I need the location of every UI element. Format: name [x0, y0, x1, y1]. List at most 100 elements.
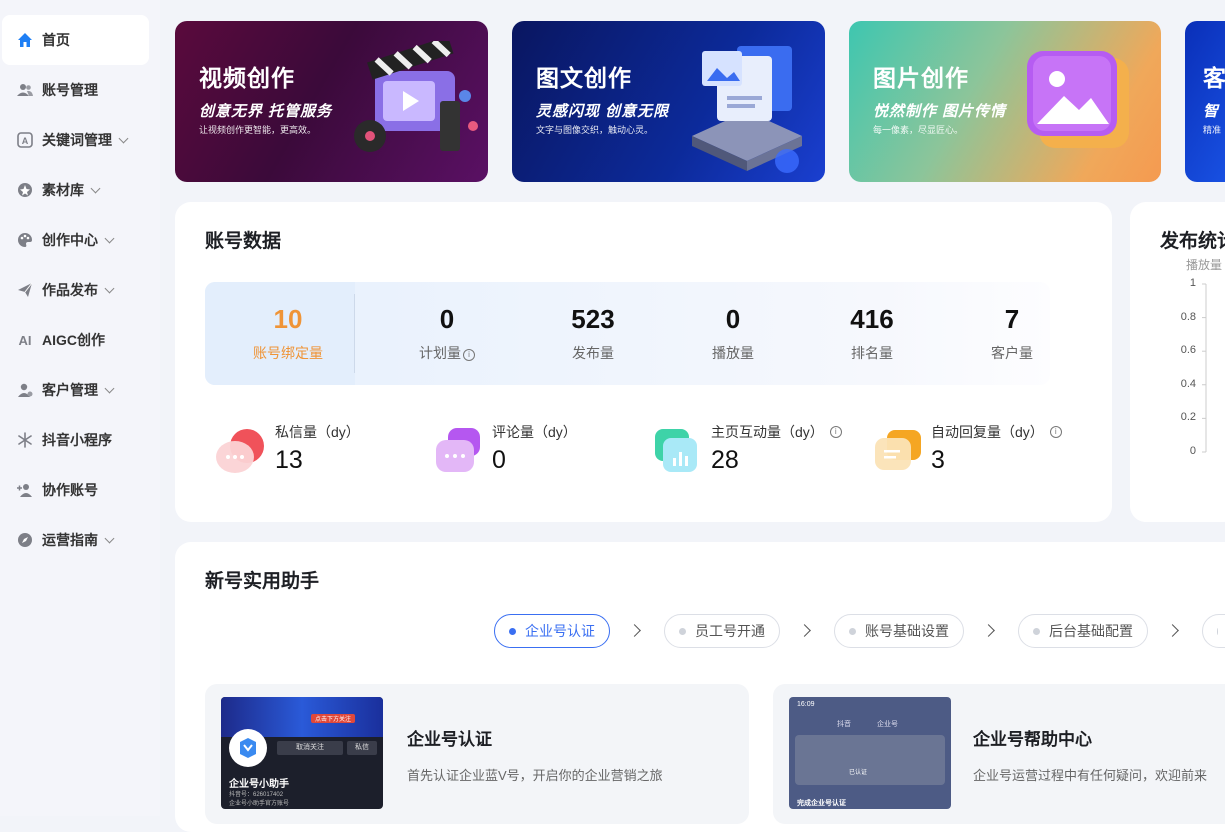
banner-customer[interactable]: 客 智 精准 [1185, 21, 1225, 182]
compass-icon [16, 531, 34, 549]
clapperboard-illustration [354, 41, 478, 152]
palette-icon [16, 231, 34, 249]
chevron-down-icon [104, 533, 115, 543]
publish-stats-chart: 0 0.2 0.4 0.6 0.8 1 [1130, 202, 1225, 522]
sidebar-item-customers[interactable]: 客户管理 [2, 365, 149, 415]
sidebar-item-label: AIGC创作 [42, 332, 105, 348]
account-data-title: 账号数据 [205, 231, 282, 252]
interaction-icon [655, 429, 697, 472]
banner-title: 图文创作 [536, 65, 632, 91]
banner-subtitle: 智 [1203, 103, 1220, 120]
metric-value: 3 [931, 446, 945, 474]
banner-desc: 精准 [1203, 125, 1222, 135]
auto-reply-icon [875, 430, 921, 470]
stat-value: 10 [273, 304, 303, 334]
miniprogram-icon [16, 431, 34, 449]
enterprise-profile-thumbnail: 点击下方关注 取消关注 私信 企业号小助手 抖音号：626017402 企业号小… [221, 697, 383, 809]
sidebar-item-home[interactable]: 首页 [2, 15, 149, 65]
avatar [229, 729, 267, 767]
banner-image-text-creation[interactable]: 图文创作 灵感闪现 创意无限 文字与图像交织，触动心灵。 [512, 21, 825, 182]
stat-label: 账号绑定量 [253, 345, 323, 361]
helper-card-desc: 企业号运营过程中有任何疑问，欢迎前来 [973, 768, 1208, 783]
sidebar-item-label: 关键词管理 [42, 132, 112, 148]
stat-value: 0 [439, 304, 455, 334]
sidebar-item-miniprogram[interactable]: 抖音小程序 [2, 415, 149, 465]
stat-published[interactable]: 523 发布量 [533, 304, 653, 363]
sidebar-item-label: 账号管理 [42, 82, 98, 98]
banner-title: 图片创作 [873, 65, 969, 91]
sidebar-item-label: 客户管理 [42, 382, 98, 398]
sidebar-item-creation[interactable]: 创作中心 [2, 215, 149, 265]
sidebar-item-accounts[interactable]: 账号管理 [2, 65, 149, 115]
sidebar-item-aigc[interactable]: AI AIGC创作 [2, 315, 149, 365]
message-icon [216, 429, 264, 473]
step-dot [1033, 627, 1040, 635]
helper-card-title: 企业号认证 [407, 730, 492, 749]
info-icon[interactable]: i [463, 349, 475, 361]
stat-bound-accounts[interactable]: 10 账号绑定量 [228, 304, 348, 363]
helper-card-enterprise-verification[interactable]: 点击下方关注 取消关注 私信 企业号小助手 抖音号：626017402 企业号小… [205, 684, 749, 824]
helper-title: 新号实用助手 [205, 571, 320, 592]
chevron-down-icon [104, 383, 115, 393]
add-user-icon [16, 481, 34, 499]
stat-plays[interactable]: 0 播放量 [673, 304, 793, 363]
stat-label: 发布量 [572, 345, 614, 361]
banner-picture-creation[interactable]: 图片创作 悦然制作 图片传情 每一像素，尽显匠心。 [849, 21, 1161, 182]
stat-label: 排名量 [851, 345, 893, 361]
stat-label-row: 计划量 i [387, 343, 507, 363]
step-account-settings[interactable]: 账号基础设置 [834, 614, 964, 648]
helper-card-title: 企业号帮助中心 [973, 730, 1092, 749]
step-enterprise-verification[interactable]: 企业号认证 [494, 614, 610, 648]
step-employee-account[interactable]: 员工号开通 [664, 614, 780, 648]
svg-text:A: A [22, 136, 29, 146]
sidebar: 首页 账号管理 A 关键词管理 素材库 创作中心 作品发布 AI AIGC创作 … [0, 0, 160, 816]
metric-label: 主页互动量（dy） [711, 424, 824, 440]
stat-customers[interactable]: 7 客户量 [952, 304, 1072, 363]
info-icon[interactable]: i [829, 426, 842, 438]
banner-title: 客 [1203, 65, 1225, 91]
thumb-verified-badge: 企业号小助手官方账号 [229, 801, 290, 807]
stat-value: 7 [1004, 304, 1020, 334]
thumb-banner-text: 点击下方关注 [311, 714, 356, 723]
metric-label: 自动回复量（dy） [931, 424, 1044, 440]
thumb-bottom-text: 完成企业号认证 [797, 800, 846, 807]
sidebar-item-publish[interactable]: 作品发布 [2, 265, 149, 315]
banner-subtitle: 灵感闪现 创意无限 [536, 103, 670, 120]
step-dot [1217, 627, 1218, 635]
picture-illustration [1027, 51, 1129, 148]
metric-value: 13 [275, 446, 303, 474]
step-dot [509, 627, 516, 635]
stat-rankings[interactable]: 416 排名量 [812, 304, 932, 363]
banner-desc: 让视频创作更智能，更高效。 [199, 125, 317, 135]
stat-value: 416 [850, 304, 894, 334]
sidebar-item-keywords[interactable]: A 关键词管理 [2, 115, 149, 165]
stat-plans[interactable]: 0 计划量 i [387, 304, 507, 363]
documents-illustration [692, 46, 802, 173]
sidebar-item-label: 抖音小程序 [42, 432, 112, 448]
metric-auto-replies: 自动回复量（dy） i 3 [871, 422, 1071, 482]
banner-video-creation[interactable]: 视频创作 创意无界 托管服务 让视频创作更智能，更高效。 [175, 21, 488, 182]
step-backend-config[interactable]: 后台基础配置 [1018, 614, 1148, 648]
metric-comments: 评论量（dy） 0 [432, 422, 632, 482]
metric-value: 28 [711, 446, 739, 474]
metric-value: 0 [492, 446, 506, 474]
stat-label: 客户量 [991, 345, 1033, 361]
material-icon [16, 181, 34, 199]
publish-stats-card: 发布统计 播放量 00.20.40.60.81 [1130, 202, 1225, 522]
sidebar-item-label: 协作账号 [42, 482, 98, 498]
banner-subtitle: 创意无界 托管服务 [199, 103, 333, 120]
metric-direct-messages: 私信量（dy） 13 [215, 422, 415, 482]
chevron-down-icon [118, 133, 129, 143]
thumb-tab-enterprise: 企业号 [877, 721, 898, 728]
info-icon[interactable]: i [1049, 426, 1062, 438]
stat-label: 计划量 [419, 345, 461, 361]
thumb-panel [795, 735, 945, 785]
helper-card-help-center[interactable]: 16:09 抖音 企业号 已认证 完成企业号认证 企业号帮助中心 企业号运营过程… [773, 684, 1225, 824]
sidebar-item-collab[interactable]: 协作账号 [2, 465, 149, 515]
users-icon [16, 81, 34, 99]
metric-label: 评论量（dy） [492, 424, 577, 440]
sidebar-item-materials[interactable]: 素材库 [2, 165, 149, 215]
sidebar-item-guide[interactable]: 运营指南 [2, 515, 149, 565]
stat-value: 523 [571, 304, 615, 334]
help-center-thumbnail: 16:09 抖音 企业号 已认证 完成企业号认证 [789, 697, 951, 809]
